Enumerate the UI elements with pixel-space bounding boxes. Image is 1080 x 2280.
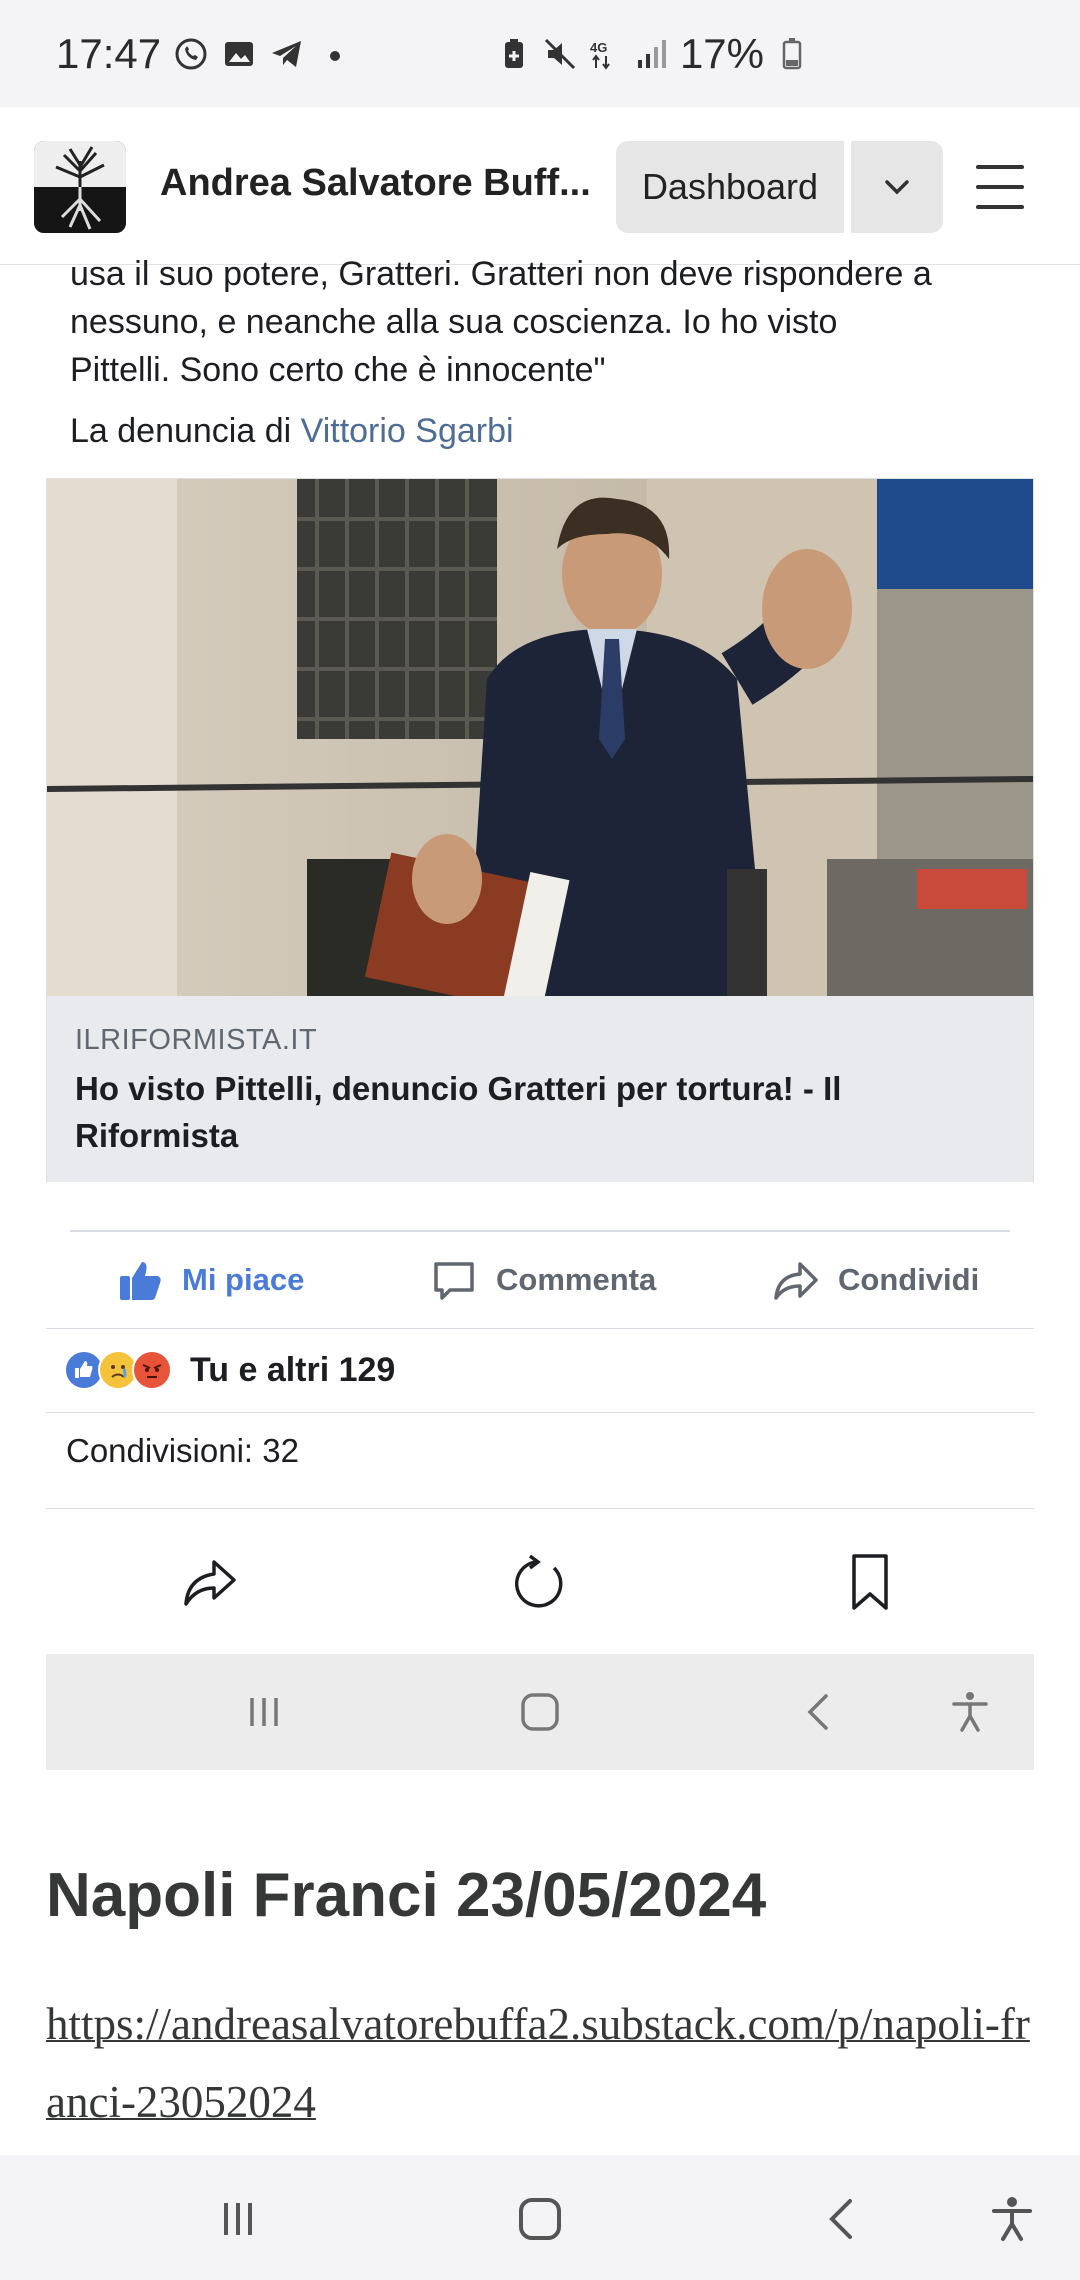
angry-reaction-icon [132,1350,172,1390]
article-url-link[interactable]: https://andreasalvatorebuffa2.substack.c… [46,1985,1046,2141]
embed-toolbar [46,1512,1034,1652]
author-link[interactable]: Vittorio Sgarbi [301,412,514,450]
menu-line [976,205,1024,209]
recents-icon [250,1698,278,1726]
site-title[interactable]: Andrea Salvatore Buff... [160,162,591,205]
post-text: usa il suo potere, Gratteri. Gratteri no… [70,250,1030,394]
link-preview-card[interactable]: ILRIFORMISTA.IT Ho visto Pittelli, denun… [46,478,1034,1182]
divider [46,1328,1034,1329]
share-arrow-icon [774,1262,818,1300]
embedded-nav-bar [46,1654,1034,1770]
comment-button[interactable]: Commenta [430,1232,656,1328]
photo-man-waving [47,479,1033,996]
dashboard-button[interactable]: Dashboard [616,141,844,233]
share-label: Condividi [838,1262,980,1297]
battery-icon [782,37,802,69]
article-title: Napoli Franci 23/05/2024 [46,1861,767,1930]
menu-line [976,165,1024,169]
hamburger-menu-button[interactable] [972,157,1028,217]
divider [46,1508,1034,1509]
share-icon[interactable] [180,1552,240,1612]
recents-button[interactable] [214,2195,262,2243]
divider [46,1412,1034,1413]
mute-icon [544,38,575,69]
tree-logo-icon [34,141,126,233]
whatsapp-icon [175,38,207,69]
app-header: Andrea Salvatore Buff... Dashboard [0,107,1080,265]
notification-dot-icon [330,50,341,61]
dashboard-dropdown-button[interactable] [851,141,943,233]
home-button[interactable] [516,2195,564,2243]
reactions-summary[interactable]: Tu e altri 129 [64,1344,395,1396]
back-button[interactable] [818,2195,866,2243]
menu-line [976,185,1024,189]
battery-saver-icon [504,38,523,68]
site-logo[interactable] [34,141,126,233]
comment-label: Commenta [496,1262,657,1297]
chevron-down-icon [885,180,909,195]
gallery-icon [225,41,254,66]
signal-icon [637,39,666,68]
post-attribution: La denuncia di Vittorio Sgarbi [70,412,514,451]
accessibility-button[interactable] [988,2195,1036,2243]
thumbs-up-icon [120,1262,161,1300]
post-text-line: nessuno, e neanche alla sua coscienza. I… [70,303,838,341]
svg-text:4G: 4G [590,40,607,55]
share-button[interactable]: Condividi [772,1232,979,1328]
link-preview-meta[interactable]: ILRIFORMISTA.IT Ho visto Pittelli, denun… [47,996,1033,1182]
network-4g-icon: 4G [590,40,610,70]
attribution-prefix: La denuncia di [70,412,301,450]
post-text-line: usa il suo potere, Gratteri. Gratteri no… [70,255,932,293]
telegram-icon [272,40,302,67]
bookmark-icon[interactable] [840,1552,900,1612]
like-label: Mi piace [182,1262,305,1297]
post-action-bar: Mi piace Commenta Condividi [46,1232,1034,1328]
status-bar: 17:47 4G 17% [0,0,1080,107]
accessibility-icon [952,1692,988,1732]
system-nav-bar [0,2155,1080,2280]
status-time: 17:47 [56,29,162,77]
link-title: Ho visto Pittelli, denuncio Gratteri per… [75,1070,842,1154]
home-icon [521,1693,559,1731]
comment-icon [434,1262,474,1300]
post-text-line: Pittelli. Sono certo che è innocente" [70,351,606,389]
link-preview-image[interactable] [47,479,1033,996]
link-domain: ILRIFORMISTA.IT [75,1024,318,1056]
like-button[interactable]: Mi piace [116,1232,304,1328]
battery-percent: 17% [679,29,764,77]
refresh-icon[interactable] [510,1552,570,1612]
back-icon [807,1694,828,1730]
shares-count[interactable]: Condivisioni: 32 [66,1432,299,1470]
reactions-count: Tu e altri 129 [190,1350,396,1389]
